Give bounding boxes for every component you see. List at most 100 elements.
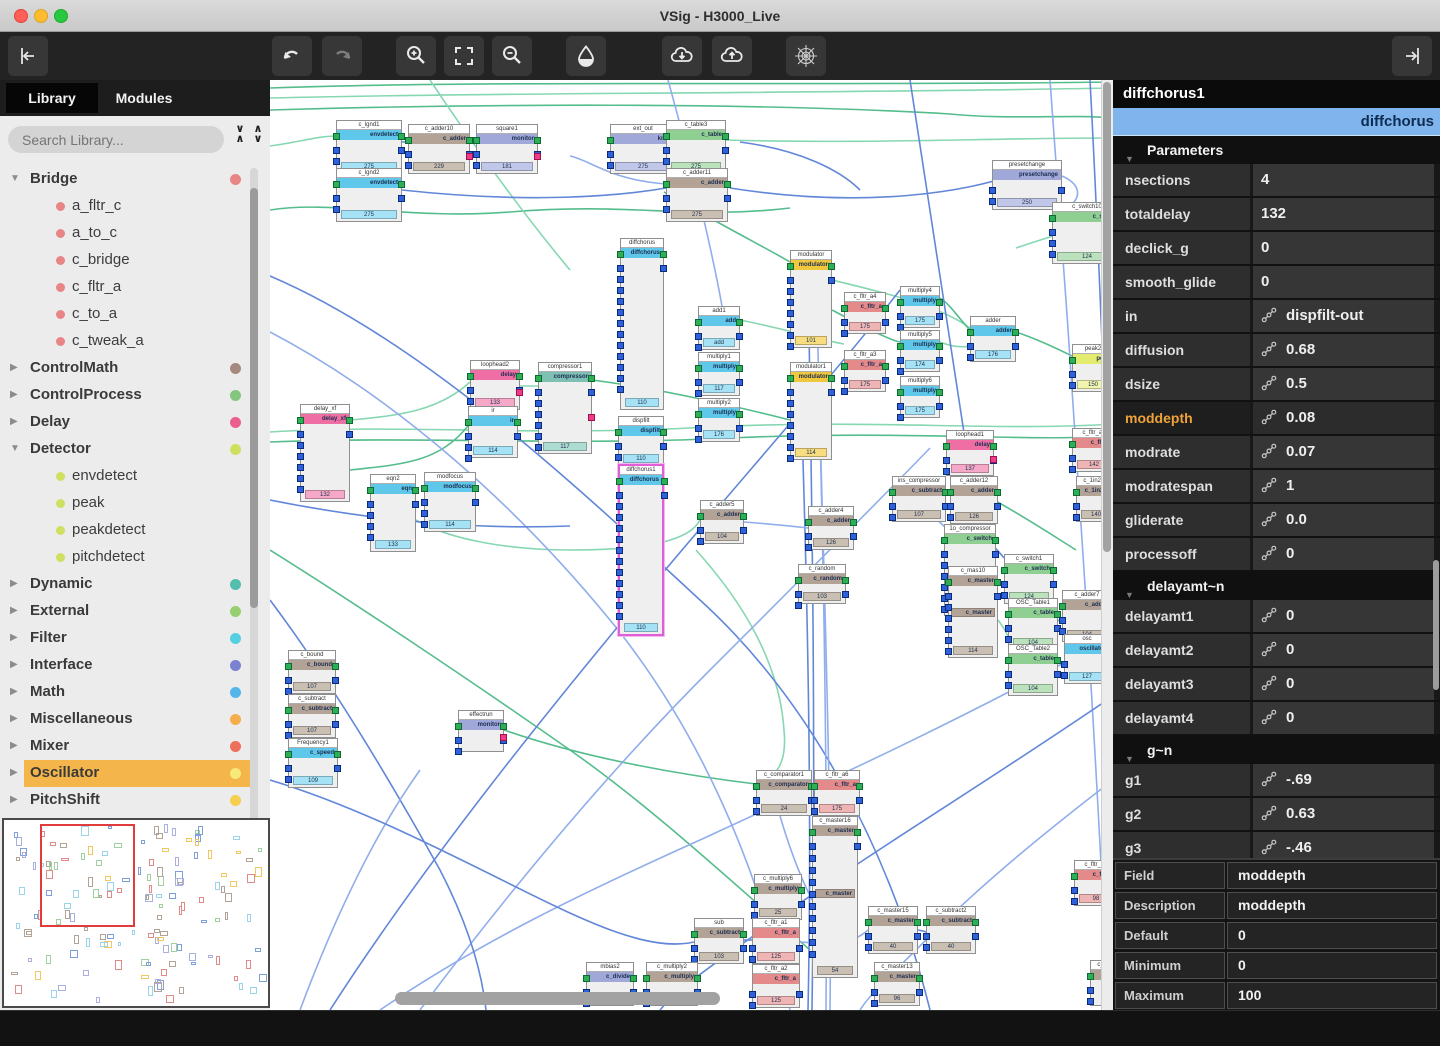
node-multiply2[interactable]: multiply2multiply176 bbox=[698, 398, 740, 442]
port-control-in[interactable] bbox=[333, 133, 340, 140]
node-c_multiply6[interactable]: c_multiply6c_multiply25 bbox=[754, 874, 802, 920]
node-c_table3[interactable]: c_table3c_table275 bbox=[666, 120, 726, 174]
port-control-in[interactable] bbox=[871, 975, 878, 982]
port-in[interactable] bbox=[751, 901, 758, 908]
port-control-out[interactable] bbox=[630, 975, 637, 982]
port-in[interactable] bbox=[617, 320, 624, 327]
wire-control[interactable] bbox=[270, 136, 336, 146]
port-in[interactable] bbox=[695, 436, 702, 443]
param-value[interactable]: 0 bbox=[1253, 232, 1434, 264]
node-c_switch1[interactable]: c_switch1c_switch124 bbox=[1004, 554, 1054, 604]
node-c_lgnd2[interactable]: c_lgnd2envdetect275 bbox=[336, 168, 402, 222]
node-diffchorus1[interactable]: diffchorus1diffchorus110 bbox=[618, 464, 664, 636]
port-out[interactable] bbox=[882, 377, 889, 384]
port-control-out[interactable] bbox=[500, 723, 507, 730]
wire-control[interactable] bbox=[350, 426, 468, 470]
port-in[interactable] bbox=[1005, 671, 1012, 678]
node-c_subtract[interactable]: c_subtractc_subtract107 bbox=[288, 694, 336, 738]
port-control-out[interactable] bbox=[736, 411, 743, 418]
port-in[interactable] bbox=[615, 443, 622, 450]
port-in[interactable] bbox=[663, 147, 670, 154]
port-out[interactable] bbox=[740, 945, 747, 952]
port-control-in[interactable] bbox=[285, 751, 292, 758]
sidebar-item-peakdetect[interactable]: peakdetect bbox=[0, 517, 270, 544]
port-in[interactable] bbox=[1049, 251, 1056, 258]
port-control-out[interactable] bbox=[516, 373, 523, 380]
port-out[interactable] bbox=[1054, 671, 1061, 678]
port-control-out[interactable] bbox=[916, 975, 923, 982]
port-in[interactable] bbox=[616, 536, 623, 543]
port-in[interactable] bbox=[809, 915, 816, 922]
port-in[interactable] bbox=[1073, 514, 1080, 521]
param-value[interactable]: 0 bbox=[1253, 600, 1434, 632]
port-in[interactable] bbox=[615, 454, 622, 461]
port-in[interactable] bbox=[1069, 466, 1076, 473]
port-out[interactable] bbox=[740, 527, 747, 534]
port-in[interactable] bbox=[945, 648, 952, 655]
port-control-out[interactable] bbox=[990, 443, 997, 450]
node-c_master16[interactable]: c_master16c_masterc_master54 bbox=[812, 816, 858, 978]
zoom-fit-button[interactable] bbox=[444, 36, 484, 76]
expand-icon[interactable]: ▶ bbox=[10, 767, 18, 778]
port-in[interactable] bbox=[535, 444, 542, 451]
port-in[interactable] bbox=[465, 455, 472, 462]
param-value[interactable]: 0 bbox=[1253, 702, 1434, 734]
tab-library[interactable]: Library bbox=[6, 83, 98, 113]
port-control-in[interactable] bbox=[455, 723, 462, 730]
port-in[interactable] bbox=[607, 151, 614, 158]
sidebar-item-bridge[interactable]: ▼Bridge bbox=[0, 166, 270, 193]
search-input[interactable] bbox=[8, 126, 224, 153]
wire-control[interactable] bbox=[270, 88, 1113, 98]
port-in[interactable] bbox=[809, 855, 816, 862]
port-control-in[interactable] bbox=[333, 181, 340, 188]
node-c_subtract2[interactable]: c_subtract2c_subtract40 bbox=[926, 906, 976, 954]
param-row-gliderate[interactable]: gliderate0.0 bbox=[1113, 504, 1440, 538]
collapse-right-panel-button[interactable] bbox=[1392, 36, 1432, 76]
port-in[interactable] bbox=[787, 299, 794, 306]
port-in[interactable] bbox=[945, 604, 952, 611]
expand-icon[interactable]: ▶ bbox=[10, 713, 18, 724]
web-graph-button[interactable] bbox=[786, 36, 826, 76]
port-in[interactable] bbox=[787, 400, 794, 407]
node-c_mas10[interactable]: c_mas10c_masterc_master114 bbox=[948, 566, 998, 658]
port-in[interactable] bbox=[923, 944, 930, 951]
port-in[interactable] bbox=[1005, 682, 1012, 689]
port-control-in[interactable] bbox=[695, 411, 702, 418]
port-in[interactable] bbox=[897, 403, 904, 410]
port-control-in[interactable] bbox=[841, 363, 848, 370]
port-in[interactable] bbox=[865, 933, 872, 940]
port-out[interactable] bbox=[854, 843, 861, 850]
expand-icon[interactable]: ▶ bbox=[10, 740, 18, 751]
wire-control[interactable] bbox=[270, 82, 1113, 88]
port-out[interactable] bbox=[914, 933, 921, 940]
port-in[interactable] bbox=[297, 431, 304, 438]
wire-audio[interactable] bbox=[380, 636, 1113, 1010]
port-in[interactable] bbox=[465, 444, 472, 451]
port-control-in[interactable] bbox=[367, 487, 374, 494]
param-value[interactable]: 4 bbox=[1253, 164, 1434, 196]
port-in[interactable] bbox=[1069, 382, 1076, 389]
port-control-in[interactable] bbox=[421, 485, 428, 492]
port-control-out[interactable] bbox=[398, 181, 405, 188]
canvas-vscrollbar-thumb[interactable] bbox=[1103, 82, 1111, 552]
port-control-out[interactable] bbox=[398, 133, 405, 140]
port-in[interactable] bbox=[697, 538, 704, 545]
port-out[interactable] bbox=[850, 533, 857, 540]
port-out[interactable] bbox=[1050, 581, 1057, 588]
port-control-out[interactable] bbox=[740, 931, 747, 938]
param-row-delayamt4[interactable]: delayamt40 bbox=[1113, 702, 1440, 736]
port-in[interactable] bbox=[865, 944, 872, 951]
port-out[interactable] bbox=[736, 379, 743, 386]
port-control-in[interactable] bbox=[1005, 657, 1012, 664]
port-in[interactable] bbox=[695, 390, 702, 397]
port-in[interactable] bbox=[947, 514, 954, 521]
sidebar-item-mixer[interactable]: ▶Mixer bbox=[0, 733, 270, 760]
port-in[interactable] bbox=[285, 765, 292, 772]
port-in[interactable] bbox=[787, 455, 794, 462]
expand-icon[interactable]: ▶ bbox=[10, 794, 18, 805]
port-in[interactable] bbox=[297, 453, 304, 460]
port-in[interactable] bbox=[616, 569, 623, 576]
port-in[interactable] bbox=[943, 468, 950, 475]
param-value[interactable]: 0.63 bbox=[1253, 798, 1434, 830]
inspector-scrollbar-thumb[interactable] bbox=[1433, 560, 1439, 690]
